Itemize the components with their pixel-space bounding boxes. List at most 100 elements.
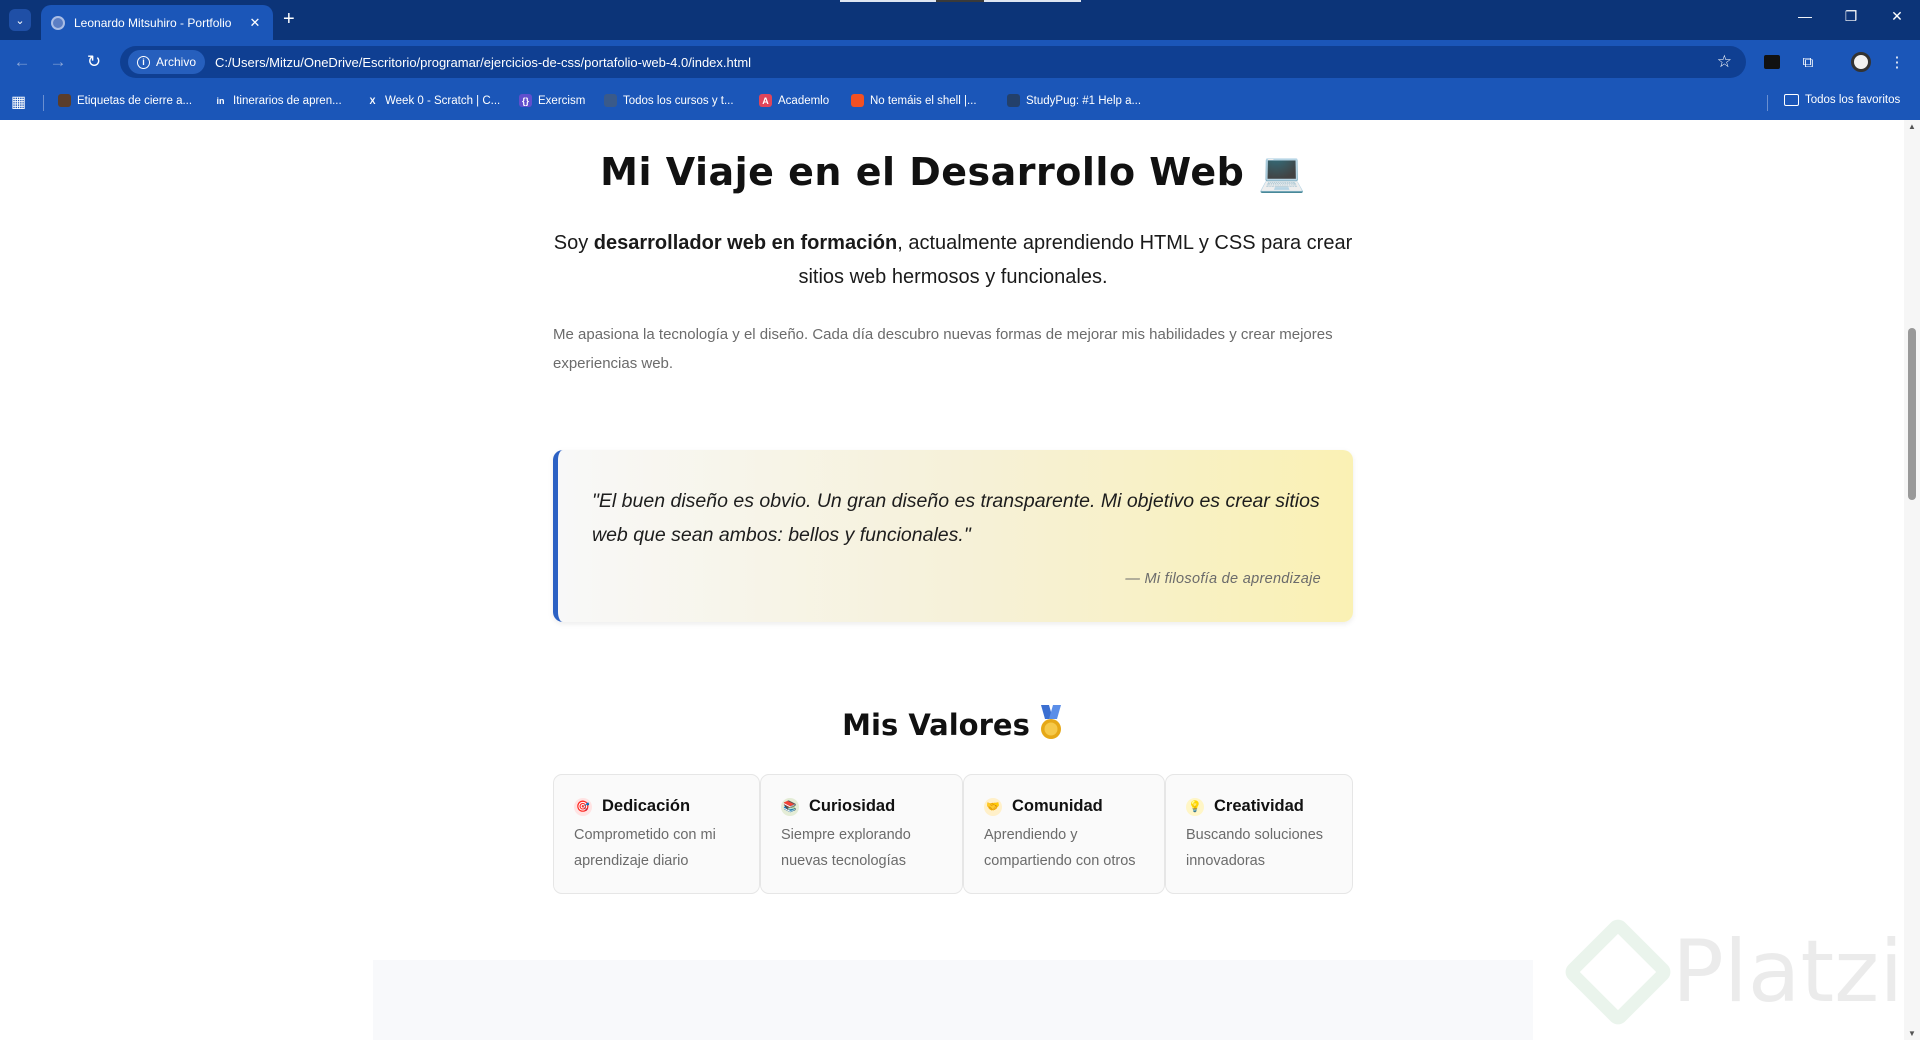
value-card-title: 📚 Curiosidad <box>781 797 942 816</box>
values-cards: 🎯 Dedicación Comprometido con mi aprendiza… <box>553 774 1353 894</box>
bookmark-label: StudyPug: #1 Help a... <box>1026 94 1142 107</box>
bookmark-star-icon[interactable]: ☆ <box>1717 52 1732 72</box>
page-title: Mi Viaje en el Desarrollo Web 💻 <box>600 150 1306 194</box>
value-card: 🤝 Comunidad Aprendiendo y compartiendo con… <box>963 774 1165 894</box>
value-card-description: Comprometido con mi aprendizaje diario <box>574 827 716 869</box>
browser-chrome: ⌄ Leonardo Mitsuhiro - Portfolio ✕ + — ❐… <box>0 0 1920 120</box>
bookmark-item[interactable]: StudyPug: #1 Help a... <box>1007 94 1141 107</box>
tab-drag-indicator <box>840 0 936 2</box>
platzi-logo-icon <box>1561 915 1675 1029</box>
academlo-icon: A <box>759 94 772 107</box>
quote-source: — Mi filosofía de aprendizaje <box>1125 571 1321 587</box>
value-card-description: Aprendiendo y compartiendo con otros <box>984 827 1136 869</box>
bookmark-item[interactable]: {} Exercism <box>519 94 585 107</box>
lightbulb-icon: 💡 <box>1186 797 1204 816</box>
watermark-text: Platzi <box>1672 922 1904 1022</box>
profile-avatar[interactable] <box>1851 52 1871 72</box>
value-card-description: Buscando soluciones innovadoras <box>1186 827 1324 869</box>
books-icon: 📚 <box>781 797 799 816</box>
scrollbar-thumb[interactable] <box>1908 328 1916 500</box>
page-scrollbar[interactable]: ▲ ▼ <box>1904 120 1920 1040</box>
forward-icon[interactable]: → <box>47 52 69 72</box>
tab-title: Leonardo Mitsuhiro - Portfolio <box>74 15 232 30</box>
studypug-icon <box>1007 94 1020 107</box>
tab-strip: ⌄ Leonardo Mitsuhiro - Portfolio ✕ + — ❐… <box>0 0 1920 40</box>
bookmarks-bar: ▦ Etiquetas de cierre a... in Itinerarios … <box>0 84 1920 120</box>
browser-menu-icon[interactable]: ⋮ <box>1887 52 1907 72</box>
value-card: 📚 Curiosidad Siempre explorando nuevas tec… <box>760 774 963 894</box>
value-card-title-text: Dedicación <box>602 797 691 815</box>
exercism-icon: {} <box>519 94 532 107</box>
bookmark-item[interactable]: in Itinerarios de apren... <box>214 94 342 107</box>
medal-icon <box>1038 705 1064 741</box>
tab-close-icon[interactable]: ✕ <box>247 15 263 31</box>
globe-icon <box>51 15 65 30</box>
reload-icon[interactable]: ↻ <box>83 52 105 72</box>
url-text[interactable]: C:/Users/Mitzu/OneDrive/Escritorio/progr… <box>215 55 1717 70</box>
value-card: 💡 Creatividad Buscando soluciones innovado… <box>1165 774 1353 894</box>
tab-drag-indicator <box>936 0 984 2</box>
back-icon[interactable]: ← <box>11 52 33 72</box>
extension-terminal-icon[interactable] <box>1762 52 1782 72</box>
bookmarks-separator <box>1767 95 1768 111</box>
active-tab[interactable]: Leonardo Mitsuhiro - Portfolio ✕ <box>41 5 273 40</box>
bookmark-label: Etiquetas de cierre a... <box>77 94 193 107</box>
bookmark-item[interactable]: No temáis el shell |... <box>851 94 977 107</box>
new-tab-icon[interactable]: + <box>283 9 295 29</box>
document-icon <box>604 94 617 107</box>
intro-paragraph: Me apasiona la tecnología y el diseño. C… <box>553 326 1333 372</box>
value-card-description: Siempre explorando nuevas tecnologías <box>781 827 911 869</box>
bookmark-label: No temáis el shell |... <box>870 94 977 107</box>
bookmark-label: Week 0 - Scratch | C... <box>385 94 501 107</box>
all-bookmarks-label: Todos los favoritos <box>1805 94 1901 106</box>
site-info-label: Archivo <box>156 55 197 69</box>
address-bar[interactable]: i Archivo C:/Users/Mitzu/OneDrive/Escrit… <box>120 46 1746 78</box>
scroll-down-icon[interactable]: ▼ <box>1908 1029 1916 1038</box>
document-icon <box>58 94 71 107</box>
restore-icon[interactable]: ❐ <box>1828 8 1874 25</box>
extensions-icon[interactable]: ⧉ <box>1798 52 1818 72</box>
quote-text: "El buen diseño es obvio. Un gran diseño… <box>592 490 1320 546</box>
platzi-watermark: Platzi <box>1561 915 1904 1029</box>
bookmark-label: Academlo <box>778 94 830 107</box>
bookmark-item[interactable]: Todos los cursos y t... <box>604 94 734 107</box>
value-card-title-text: Curiosidad <box>809 797 896 815</box>
site-info-chip[interactable]: i Archivo <box>128 50 206 74</box>
linkedin-icon: in <box>214 94 227 107</box>
bookmark-item[interactable]: A Academlo <box>759 94 829 107</box>
values-heading: Mis Valores <box>553 705 1353 742</box>
value-card-title-text: Creatividad <box>1214 797 1304 815</box>
x-icon: X <box>366 94 379 107</box>
values-heading-text: Mis Valores <box>842 708 1030 742</box>
minimize-icon[interactable]: — <box>1782 8 1828 24</box>
value-card: 🎯 Dedicación Comprometido con mi aprendiza… <box>553 774 760 894</box>
scroll-up-icon[interactable]: ▲ <box>1908 122 1916 131</box>
web-page: Mi Viaje en el Desarrollo Web 💻 Soy desa… <box>0 120 1920 1040</box>
window-close-icon[interactable]: ✕ <box>1874 8 1920 25</box>
value-card-title: 💡 Creatividad <box>1186 797 1332 816</box>
intro-lead: Soy desarrollador web en formación, actu… <box>553 226 1353 294</box>
browser-toolbar: ← → ↻ i Archivo C:/Users/Mitzu/OneDrive/… <box>0 40 1920 84</box>
tab-drag-indicator <box>984 0 1081 2</box>
bookmark-label: Todos los cursos y t... <box>623 94 734 107</box>
philosophy-quote: "El buen diseño es obvio. Un gran diseño… <box>553 450 1353 622</box>
bookmark-item[interactable]: X Week 0 - Scratch | C... <box>366 94 500 107</box>
value-card-title-text: Comunidad <box>1012 797 1103 815</box>
folder-icon <box>1784 94 1799 106</box>
bookmarks-separator <box>43 95 44 111</box>
bookmark-label: Exercism <box>538 94 586 107</box>
microsoft-icon <box>851 94 864 107</box>
value-card-title: 🎯 Dedicación <box>574 797 739 816</box>
lead-prefix: Soy <box>553 232 594 254</box>
value-card-title: 🤝 Comunidad <box>984 797 1144 816</box>
lead-bold: desarrollador web en formación <box>593 232 898 254</box>
next-section-container <box>373 960 1533 1040</box>
info-icon: i <box>137 55 150 69</box>
apps-icon[interactable]: ▦ <box>11 92 26 112</box>
bookmark-item[interactable]: Etiquetas de cierre a... <box>58 94 192 107</box>
target-icon: 🎯 <box>574 797 592 816</box>
tab-search-icon[interactable]: ⌄ <box>9 9 31 31</box>
bookmark-label: Itinerarios de apren... <box>233 94 342 107</box>
handshake-icon: 🤝 <box>984 797 1002 816</box>
all-bookmarks-button[interactable]: Todos los favoritos <box>1784 94 1900 106</box>
